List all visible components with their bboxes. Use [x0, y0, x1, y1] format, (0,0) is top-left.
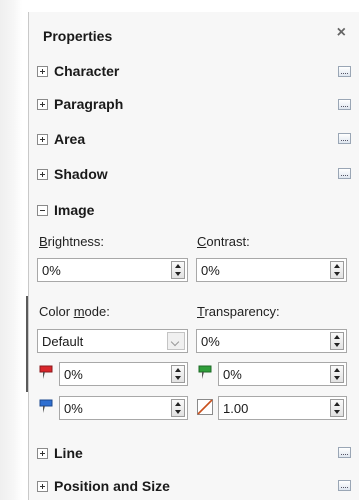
document-area: Properties × Character Paragraph Area Sh…	[0, 0, 359, 500]
transparency-value[interactable]: 0%	[201, 334, 220, 349]
section-shadow[interactable]: Shadow	[37, 163, 108, 185]
chevron-down-icon[interactable]	[167, 332, 185, 350]
expand-icon[interactable]	[37, 133, 48, 145]
gamma-icon	[197, 399, 213, 415]
section-shadow-label: Shadow	[54, 166, 108, 182]
paragraph-more-options-button[interactable]	[338, 99, 351, 110]
panel-title: Properties	[43, 28, 113, 44]
shadow-more-options-button[interactable]	[338, 168, 351, 179]
section-character[interactable]: Character	[37, 60, 119, 82]
expand-icon[interactable]	[37, 168, 48, 180]
red-spinbox[interactable]: 0%	[59, 362, 188, 386]
spin-arrows-icon[interactable]	[171, 261, 185, 279]
expand-icon[interactable]	[37, 98, 48, 110]
section-area[interactable]: Area	[37, 128, 85, 150]
green-channel-icon	[198, 365, 212, 379]
spin-arrows-icon[interactable]	[330, 365, 344, 383]
character-more-options-button[interactable]	[338, 66, 351, 77]
transparency-spinbox[interactable]: 0%	[196, 329, 347, 353]
line-more-options-button[interactable]	[338, 447, 351, 458]
color-mode-value: Default	[42, 334, 84, 349]
section-position-size-label: Position and Size	[54, 478, 170, 494]
section-image-label: Image	[54, 202, 95, 218]
properties-panel: Properties × Character Paragraph Area Sh…	[28, 12, 359, 500]
brightness-spinbox[interactable]: 0%	[37, 258, 188, 282]
red-channel-icon	[39, 365, 53, 379]
expand-icon[interactable]	[37, 65, 48, 77]
transparency-label: Transparency:	[197, 304, 280, 319]
section-line-label: Line	[54, 445, 83, 461]
green-spinbox[interactable]: 0%	[218, 362, 347, 386]
blue-spinbox[interactable]: 0%	[59, 396, 188, 420]
contrast-label: Contrast:	[197, 234, 250, 249]
blue-value[interactable]: 0%	[64, 401, 83, 416]
spin-arrows-icon[interactable]	[330, 399, 344, 417]
gamma-value[interactable]: 1.00	[223, 401, 248, 416]
contrast-spinbox[interactable]: 0%	[196, 258, 347, 282]
brightness-value[interactable]: 0%	[42, 263, 61, 278]
gamma-spinbox[interactable]: 1.00	[218, 396, 347, 420]
spin-arrows-icon[interactable]	[171, 365, 185, 383]
spin-arrows-icon[interactable]	[171, 399, 185, 417]
area-more-options-button[interactable]	[338, 133, 351, 144]
green-value[interactable]: 0%	[223, 367, 242, 382]
spin-arrows-icon[interactable]	[330, 261, 344, 279]
brightness-label: Brightness:	[39, 234, 105, 249]
contrast-value[interactable]: 0%	[201, 263, 220, 278]
section-paragraph-label: Paragraph	[54, 96, 124, 112]
expand-icon[interactable]	[37, 480, 48, 492]
close-icon[interactable]: ×	[337, 24, 346, 42]
section-line[interactable]: Line	[37, 442, 83, 464]
expand-icon[interactable]	[37, 447, 48, 459]
section-paragraph[interactable]: Paragraph	[37, 93, 123, 115]
spin-arrows-icon[interactable]	[330, 332, 344, 350]
collapse-icon[interactable]	[37, 204, 48, 216]
section-area-label: Area	[54, 131, 86, 147]
position-size-more-options-button[interactable]	[338, 480, 351, 491]
red-value[interactable]: 0%	[64, 367, 83, 382]
section-position-size[interactable]: Position and Size	[37, 475, 170, 497]
section-image[interactable]: Image	[37, 199, 94, 221]
color-mode-label: Color mode:	[39, 304, 110, 319]
color-mode-select[interactable]: Default	[37, 329, 188, 353]
document-page-edge	[0, 0, 22, 500]
section-character-label: Character	[54, 63, 120, 79]
blue-channel-icon	[39, 399, 53, 413]
